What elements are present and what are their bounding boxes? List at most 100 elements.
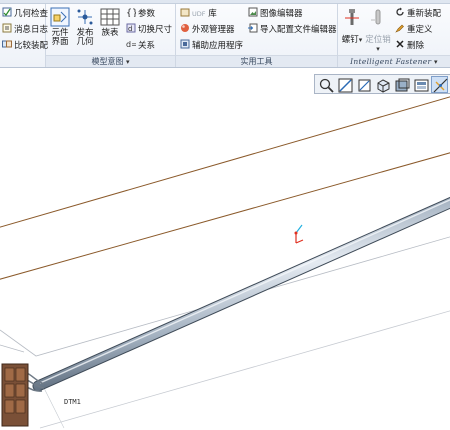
family-table-button[interactable]: 族表 — [99, 7, 121, 38]
datum-display-icon — [433, 78, 448, 93]
delete-label: 删除 — [407, 41, 425, 51]
image-editor-icon — [248, 7, 258, 17]
ribbon: 几何检查 消息日志 比较装配 元件 界面 发布 几何 族表 {参数 d 切换尺… — [0, 0, 450, 68]
publish-geometry-button[interactable]: 发布 几何 — [74, 7, 96, 47]
component-interface-label-2: 界面 — [51, 37, 69, 47]
component-interface-icon — [50, 7, 70, 27]
zoom-in-button[interactable] — [336, 76, 353, 93]
svg-text:d: d — [128, 25, 132, 33]
utilities-label: 实用工具 — [240, 57, 273, 66]
bolt-label-row: 螺钉▾ — [341, 36, 363, 45]
udf-library-icon — [180, 7, 190, 17]
chevron-down-icon: ▾ — [126, 58, 130, 66]
datum-plane-outline — [0, 344, 25, 353]
auxiliary-applications-label: 辅助应用程序 — [192, 41, 244, 51]
utilities-group-label: 实用工具 — [176, 55, 337, 67]
switch-dimensions-button[interactable]: d 切换尺寸 — [126, 23, 172, 36]
model-intent-label: 模型意图 — [91, 57, 124, 66]
message-log-label: 消息日志 — [14, 25, 49, 35]
zoom-out-icon — [358, 79, 371, 92]
geometry-check-label: 几何检查 — [14, 9, 49, 19]
datum-label: DTM1 — [64, 398, 81, 406]
redefine-button[interactable]: 重定义 — [395, 23, 433, 36]
bolt-icon — [342, 8, 362, 28]
datum-plane-edge — [0, 96, 450, 228]
udf-library-label: 库 — [208, 9, 217, 19]
display-style-button[interactable] — [393, 76, 410, 93]
family-table-label: 族表 — [101, 28, 119, 38]
cable-rod[interactable] — [33, 197, 450, 391]
chevron-down-icon: ▾ — [358, 36, 363, 44]
compare-assembly-button[interactable]: 比较装配 — [2, 39, 48, 52]
svg-text:{}: {} — [126, 8, 136, 17]
delete-button[interactable]: 删除 — [395, 39, 424, 52]
zoom-out-button[interactable] — [355, 76, 372, 93]
udf-library-button[interactable]: UDF 库 — [180, 7, 217, 20]
dowel-pin-button[interactable]: 定位销▾ — [365, 8, 391, 54]
image-editor-label: 图像编辑器 — [260, 9, 303, 19]
svg-text:d=: d= — [126, 40, 136, 49]
chevron-down-icon: ▾ — [376, 45, 380, 53]
family-table-icon — [100, 7, 120, 27]
coordinate-system-marker[interactable] — [294, 224, 304, 244]
dowel-pin-label-row: 定位销▾ — [365, 36, 391, 54]
compare-assembly-label: 比较装配 — [14, 41, 49, 51]
relations-button[interactable]: d= 关系 — [126, 39, 155, 52]
utilities-group: UDF 库 外观管理器 辅助应用程序 图像编辑器 导入配置文件编辑器 实用工具 — [176, 4, 338, 67]
model-intent-group: 元件 界面 发布 几何 族表 {} 参数 d 切换尺寸 — [46, 4, 176, 67]
geometry-check-icon — [2, 7, 12, 17]
datum-plane-outline — [39, 310, 450, 429]
chevron-down-icon: ▾ — [434, 58, 438, 66]
bolt-label: 螺钉 — [341, 35, 359, 45]
reassemble-label: 重新装配 — [407, 9, 442, 19]
zoom-fit-icon — [319, 78, 334, 93]
check-group: 几何检查 消息日志 比较装配 — [0, 4, 48, 67]
cable-rod-highlight — [39, 199, 450, 384]
refit-button[interactable] — [374, 76, 391, 93]
auxiliary-applications-icon — [180, 39, 190, 49]
publish-geometry-icon — [75, 7, 95, 27]
message-log-button[interactable]: 消息日志 — [2, 23, 48, 36]
compare-assembly-icon — [2, 39, 12, 49]
component-interface-button[interactable]: 元件 界面 — [49, 7, 71, 47]
display-style-icon — [395, 78, 410, 92]
model-viewport[interactable] — [0, 96, 450, 430]
zoom-fit-button[interactable] — [317, 76, 334, 93]
message-log-icon — [2, 23, 12, 33]
dowel-pin-label: 定位销 — [365, 35, 391, 45]
switch-dimensions-icon: d — [126, 23, 136, 33]
refit-icon — [377, 79, 390, 93]
model-intent-group-label[interactable]: 模型意图 ▾ — [46, 55, 175, 67]
geometry-check-button[interactable]: 几何检查 — [2, 7, 48, 20]
udf-prefix: UDF — [192, 10, 206, 18]
publish-geometry-label-2: 几何 — [76, 37, 94, 47]
datum-plane-edge — [0, 152, 450, 280]
intelligent-fastener-group: 螺钉▾ 定位销▾ 重新装配 重定义 删除 Intelligent Fastene… — [338, 4, 450, 67]
braces-icon: {} — [126, 7, 138, 19]
image-editor-button[interactable]: 图像编辑器 — [248, 7, 303, 20]
switch-dimensions-label: 切换尺寸 — [138, 25, 173, 35]
relations-label: 关系 — [138, 41, 156, 51]
connector-block[interactable] — [1, 363, 29, 427]
graphics-toolbar — [314, 74, 450, 94]
intelligent-fastener-group-label[interactable]: Intelligent Fastener ▾ — [338, 55, 450, 67]
refresh-icon — [395, 7, 405, 17]
saved-views-button[interactable] — [412, 76, 429, 93]
import-config-editor-label: 导入配置文件编辑器 — [260, 25, 337, 35]
relations-icon: d= — [126, 39, 138, 49]
datum-plane-outline — [0, 236, 450, 357]
redefine-icon — [395, 23, 405, 33]
auxiliary-applications-button[interactable]: 辅助应用程序 — [180, 39, 243, 52]
saved-views-icon — [414, 79, 429, 92]
reassemble-button[interactable]: 重新装配 — [395, 7, 441, 20]
dowel-pin-icon — [368, 8, 388, 28]
parameters-button[interactable]: {} 参数 — [126, 7, 155, 20]
redefine-label: 重定义 — [407, 25, 433, 35]
datum-display-button[interactable] — [431, 76, 448, 93]
appearance-manager-icon — [180, 23, 190, 33]
appearance-manager-button[interactable]: 外观管理器 — [180, 23, 235, 36]
parameters-label: 参数 — [138, 9, 156, 19]
bolt-button[interactable]: 螺钉▾ — [341, 8, 363, 45]
zoom-in-icon — [338, 78, 353, 93]
import-config-editor-button[interactable]: 导入配置文件编辑器 — [248, 23, 337, 36]
